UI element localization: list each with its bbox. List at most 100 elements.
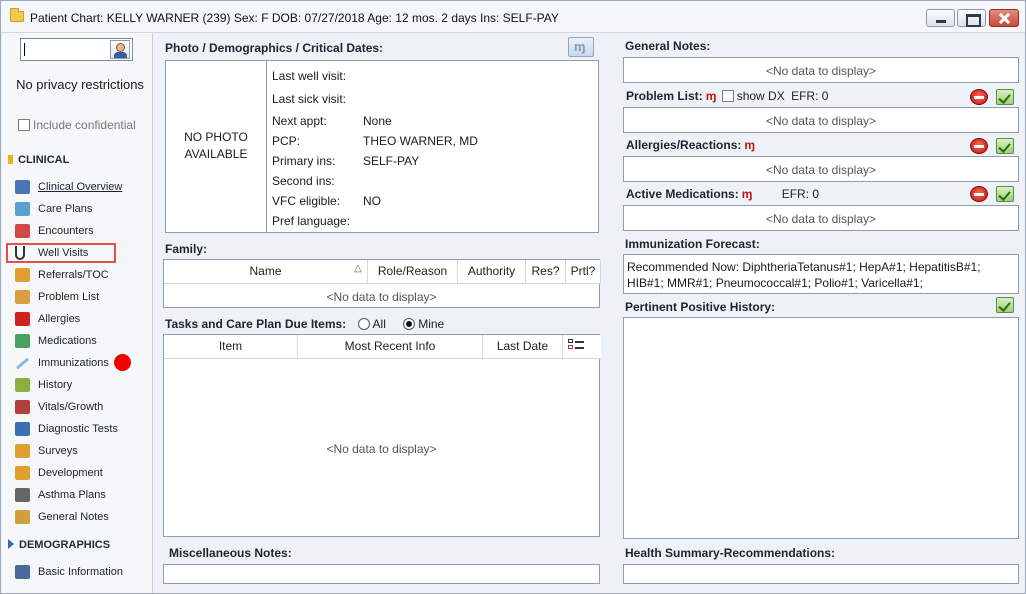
folder-icon [10,8,24,22]
family-column-header[interactable]: Prtl? [566,260,601,284]
demographics-row: Primary ins: SELF-PAY [272,154,419,168]
title-bar: Patient Chart: KELLY WARNER (239) Sex: F… [1,1,1025,33]
general-notes-icon [15,510,30,524]
family-column-header[interactable]: Authority [458,260,526,284]
demographics-value: THEO WARNER, MD [363,134,478,148]
family-column-header[interactable]: Res? [526,260,566,284]
sidebar-item-problem-list[interactable]: Problem List [12,287,144,307]
pertinent-positive-review-icon[interactable] [996,297,1014,313]
sidebar-item-medications[interactable]: Medications [12,331,144,351]
misc-notes-field[interactable] [163,564,600,584]
task-list-options-icon[interactable] [568,338,584,354]
general-notes-empty-text: <No data to display> [765,64,877,78]
sidebar-item-allergies[interactable]: Allergies [12,309,144,329]
demographics-key: VFC eligible: [272,194,341,208]
checkbox-icon[interactable] [721,90,734,102]
radio-mine-icon[interactable] [403,318,416,330]
patient-search-input[interactable] [20,38,133,61]
demographics-key: Next appt: [272,114,327,128]
include-confidential-checkbox[interactable]: Include confidential [18,118,136,132]
close-button[interactable] [989,9,1019,27]
radio-all[interactable]: All [357,317,386,331]
patient-lookup-button[interactable] [110,40,130,59]
tasks-grid[interactable]: Item Most Recent Info Last Date <No data t… [163,334,601,537]
sidebar-item-encounters[interactable]: Encounters [12,221,144,241]
sidebar-item-development[interactable]: Development [12,463,144,483]
sidebar-item-label: Care Plans [38,203,93,215]
encounters-icon [15,224,30,238]
demographics-value: None [363,114,392,128]
show-dx-checkbox[interactable]: show DX [721,89,785,103]
problem-list-icon [15,290,30,304]
minimize-button[interactable] [926,9,955,27]
sidebar-item-surveys[interactable]: Surveys [12,441,144,461]
sidebar-item-stethoscope[interactable]: Well Visits [6,243,116,263]
sidebar-item-general-notes[interactable]: General Notes [12,507,144,527]
family-grid[interactable]: Name Role/Reason Authority Res? Prtl? △ <No d… [163,259,601,308]
tasks-header-label: Tasks and Care Plan Due Items: [165,317,347,331]
sidebar-item-vitals-pencil[interactable]: Vitals/Growth [12,397,144,417]
allergies-review-icon[interactable] [996,138,1014,154]
problem-list-wave-icon[interactable]: ɱ [706,89,717,103]
sidebar-item-care-plans[interactable]: Care Plans [12,199,144,219]
demographics-key: Last well visit: [272,69,347,83]
demographics-row: Last sick visit: [272,92,363,106]
demographics-header-label: DEMOGRAPHICS [19,539,111,551]
text-caret [24,43,25,56]
health-summary-field[interactable] [623,564,1019,584]
active-medications-header: Active Medications: ɱ EFR: 0 [626,187,819,201]
clinical-section-header[interactable]: CLINICAL [8,154,69,166]
health-summary-header: Health Summary-Recommendations: [625,546,836,560]
problem-list-efr: EFR: 0 [791,89,829,103]
allergies-remove-icon[interactable] [970,138,988,154]
sidebar-item-label: Encounters [38,225,94,237]
allergies-grid[interactable]: <No data to display> [623,156,1019,182]
sidebar-item-history-tree[interactable]: History [12,375,144,395]
photo-placeholder: NO PHOTO AVAILABLE [166,61,267,232]
surveys-icon [15,444,30,458]
tasks-column-header[interactable]: Last Date [483,335,563,359]
tasks-column-header[interactable]: Item [164,335,298,359]
family-column-header[interactable]: Name [164,260,368,284]
demographics-row: VFC eligible: NO [272,194,381,208]
tasks-column-header[interactable]: Most Recent Info [298,335,483,359]
sidebar-item-label: Medications [38,335,97,347]
demographics-row: Second ins: [272,174,363,188]
radio-mine[interactable]: Mine [403,317,444,331]
demographics-toggle-button[interactable]: ɱ [568,37,594,57]
sort-ascending-icon[interactable]: △ [354,263,362,274]
general-notes-grid[interactable]: <No data to display> [623,57,1019,83]
sidebar-item-label: Clinical Overview [38,181,123,193]
sidebar-item-clinical-overview[interactable]: Clinical Overview [12,177,144,197]
active-medications-grid[interactable]: <No data to display> [623,205,1019,231]
demographics-key: Second ins: [272,174,335,188]
allergies-wave-icon[interactable]: ɱ [744,138,755,152]
demographics-key: Pref language: [272,214,351,228]
immunization-forecast-box: Recommended Now: DiphtheriaTetanus#1; He… [623,254,1019,294]
basic-information-icon [15,565,30,579]
sidebar-item-basic-information[interactable]: Basic Information [12,562,144,582]
active-medications-wave-icon[interactable]: ɱ [742,187,753,201]
medications-remove-icon[interactable] [970,186,988,202]
problem-list-review-icon[interactable] [996,89,1014,105]
sidebar-item-asthma-plans[interactable]: Asthma Plans [12,485,144,505]
checkbox-icon[interactable] [18,119,30,131]
problem-list-header: Problem List: ɱ show DX EFR: 0 [626,89,828,103]
demographics-section-header[interactable]: DEMOGRAPHICS [8,539,110,551]
include-confidential-label: Include confidential [33,118,136,132]
sidebar-item-label: Development [38,467,103,479]
problem-list-remove-icon[interactable] [970,89,988,105]
sidebar-item-label: Basic Information [38,566,123,578]
family-column-header[interactable]: Role/Reason [368,260,458,284]
maximize-button[interactable] [957,9,986,27]
sidebar-item-syringe[interactable]: Immunizations [12,353,144,373]
demographics-key: Last sick visit: [272,92,347,106]
radio-all-icon[interactable] [357,318,370,330]
vitals-pencil-icon [15,400,30,414]
problem-list-grid[interactable]: <No data to display> [623,107,1019,133]
sidebar-item-referrals[interactable]: Referrals/TOC [12,265,144,285]
medications-review-icon[interactable] [996,186,1014,202]
pertinent-positive-box[interactable] [623,317,1019,539]
demographics-row: Pref language: [272,214,363,228]
sidebar-item-diagnostic-tests[interactable]: Diagnostic Tests [12,419,144,439]
